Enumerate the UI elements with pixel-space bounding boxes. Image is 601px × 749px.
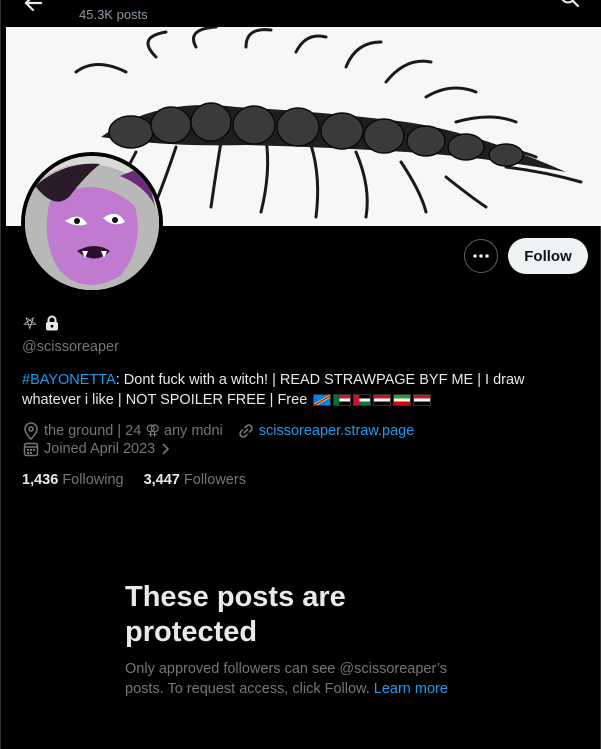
followers-label: Followers <box>183 472 246 488</box>
flag-syria-icon <box>413 394 432 407</box>
lock-icon <box>45 315 58 331</box>
chevron-right-icon[interactable] <box>160 442 170 456</box>
flag-sudan-icon <box>333 394 352 407</box>
profile-page: 45.3K posts Follow ⛧ @scissoreaper #BAYO… <box>0 0 601 749</box>
flag-yemen-icon <box>373 394 392 407</box>
post-count: 45.3K posts <box>79 7 148 22</box>
more-options-button[interactable] <box>464 239 498 273</box>
link-icon <box>239 424 253 438</box>
username: @scissoreaper <box>22 339 119 355</box>
top-bar: 45.3K posts <box>1 0 601 27</box>
calendar-icon <box>23 442 39 457</box>
pentagram-icon: ⛧ <box>23 313 37 333</box>
flag-iran-icon <box>393 394 412 407</box>
followers-link[interactable]: 3,447 Followers <box>144 472 246 488</box>
follow-button[interactable]: Follow <box>508 238 588 274</box>
protected-message: Only approved followers can see @scissor… <box>125 659 485 699</box>
bio-hashtag-link[interactable]: #BAYONETTA <box>22 372 116 388</box>
avatar[interactable] <box>21 152 163 294</box>
search-icon[interactable] <box>559 0 581 12</box>
following-label: Following <box>62 472 124 488</box>
followers-count: 3,447 <box>143 472 180 488</box>
website-link[interactable]: scissoreaper.straw.page <box>259 423 415 439</box>
back-arrow-icon[interactable] <box>19 0 47 12</box>
joined-date: Joined April 2023 <box>44 441 156 457</box>
bio: #BAYONETTA: Dont fuck with a witch! | RE… <box>22 370 582 410</box>
flag-palestine-icon <box>353 394 372 407</box>
more-icon <box>473 254 489 258</box>
avatar-illustration <box>25 156 159 290</box>
flag-emojis <box>313 394 432 407</box>
joined-row: Joined April 2023 <box>23 441 170 457</box>
flag-congo-icon <box>313 394 332 407</box>
following-link[interactable]: 1,436 Following <box>22 472 124 488</box>
follow-stats: 1,436 Following 3,447 Followers <box>22 472 246 488</box>
display-name: ⛧ <box>23 313 59 333</box>
profile-meta-row: the ground | 24 ⚢ any mdni scissoreaper.… <box>23 422 414 440</box>
learn-more-link[interactable]: Learn more <box>374 681 448 697</box>
protected-title: These posts are protected <box>125 581 346 648</box>
location-text: the ground | 24 ⚢ any mdni <box>44 423 223 439</box>
location-icon <box>24 422 38 440</box>
following-count: 1,436 <box>22 472 59 488</box>
